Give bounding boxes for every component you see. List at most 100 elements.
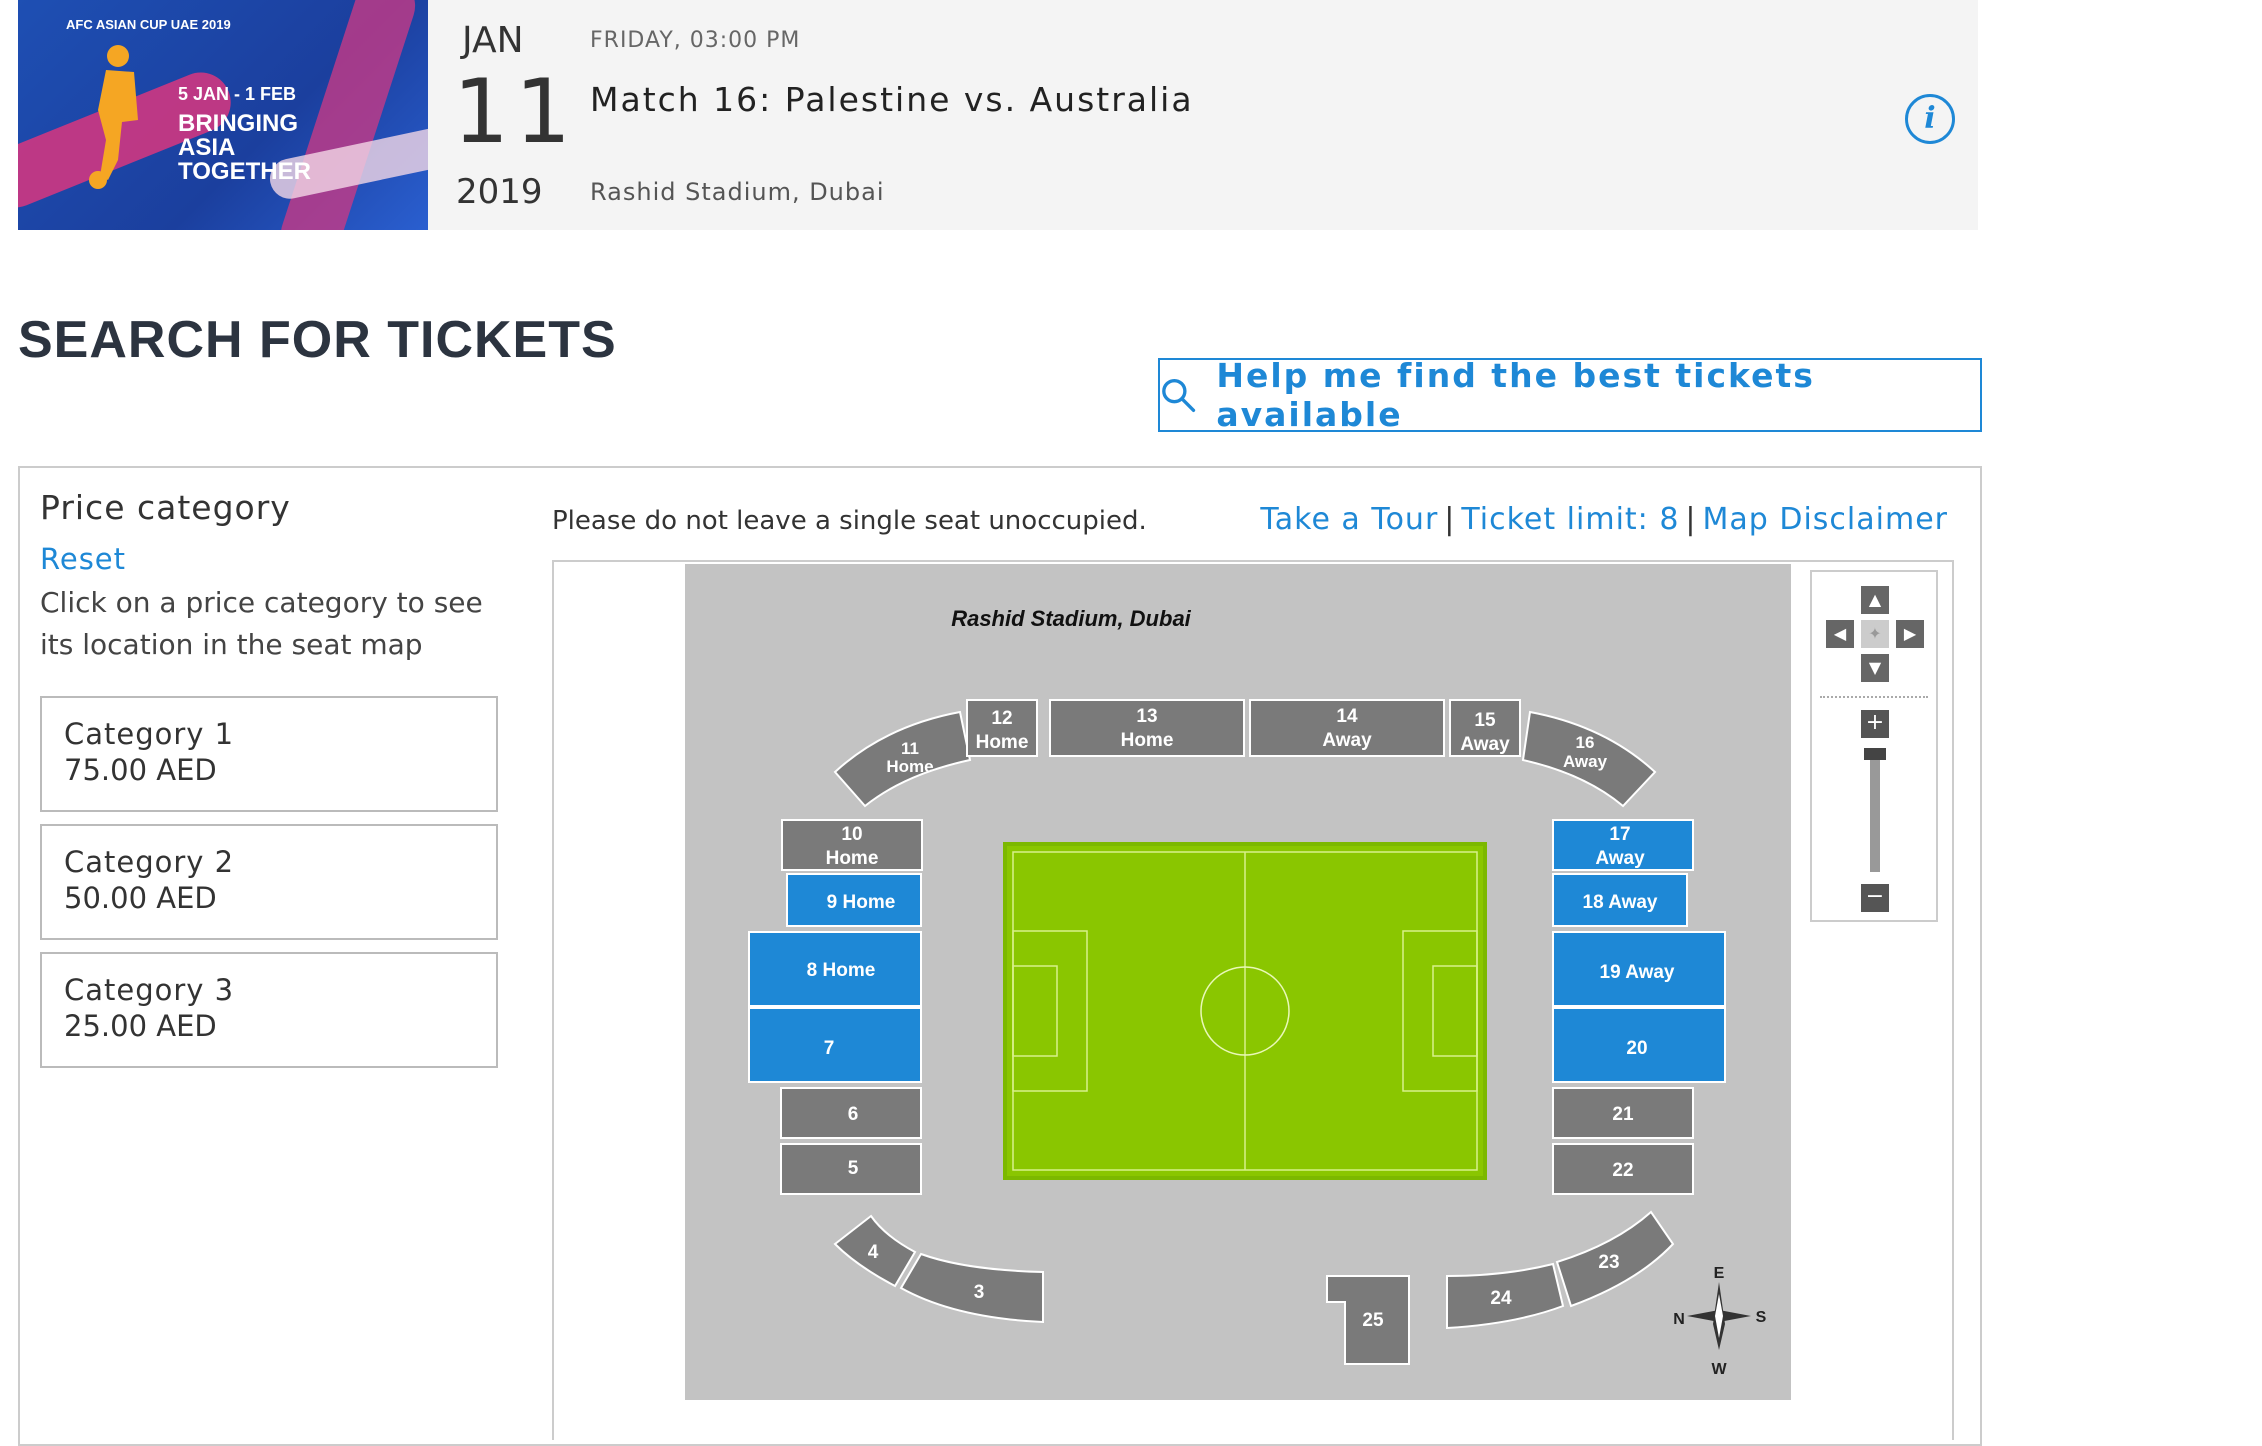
- ticket-limit-link[interactable]: Ticket limit: 8: [1461, 502, 1679, 537]
- section-label: 5: [848, 1158, 859, 1179]
- zoom-track[interactable]: [1870, 752, 1880, 872]
- section-5[interactable]: 5: [780, 1143, 922, 1195]
- section-12[interactable]: 12 Home: [966, 699, 1038, 757]
- section-16[interactable]: 16 Away: [1521, 710, 1657, 808]
- section-13[interactable]: 13 Home: [1049, 699, 1245, 757]
- category-1-card[interactable]: Category 1 75.00 AED: [40, 696, 498, 812]
- zoom-slider-handle[interactable]: [1864, 748, 1886, 760]
- pitch: [1003, 842, 1487, 1180]
- seat-map[interactable]: Rashid Stadium, Dubai 11 Home 12 Home 13: [685, 564, 1791, 1400]
- section-14[interactable]: 14 Away: [1249, 699, 1445, 757]
- search-icon: [1162, 378, 1196, 412]
- compass-west: W: [1711, 1361, 1727, 1378]
- info-icon[interactable]: i: [1905, 94, 1955, 144]
- link-separator: |: [1685, 502, 1697, 537]
- category-price: 25.00 AED: [64, 1009, 217, 1043]
- pan-left-button[interactable]: ◀: [1826, 620, 1854, 648]
- controls-divider: [1820, 696, 1928, 698]
- section-15[interactable]: 15 Away: [1449, 699, 1521, 757]
- section-20[interactable]: 20: [1552, 1007, 1726, 1083]
- event-datetime: FRIDAY, 03:00 PM: [590, 28, 801, 53]
- section-label: 18 Away: [1583, 892, 1658, 913]
- section-22[interactable]: 22: [1552, 1143, 1694, 1195]
- seat-notice: Please do not leave a single seat unoccu…: [552, 506, 1147, 536]
- section-label: Home: [976, 732, 1029, 753]
- event-banner: AFC ASIAN CUP UAE 2019 5 JAN - 1 FEB BRI…: [18, 0, 428, 230]
- reset-link[interactable]: Reset: [40, 542, 126, 576]
- section-19[interactable]: 19 Away: [1552, 931, 1726, 1007]
- category-name: Category 1: [64, 717, 235, 751]
- compass-south: S: [1756, 1309, 1767, 1326]
- section-23[interactable]: 23: [1555, 1210, 1675, 1308]
- section-label: 6: [848, 1104, 859, 1125]
- section-label: 17: [1609, 824, 1630, 845]
- compass-icon: E W N S: [1673, 1265, 1766, 1378]
- section-label: 8 Home: [807, 960, 876, 981]
- map-disclaimer-link[interactable]: Map Disclaimer: [1703, 502, 1948, 537]
- link-separator: |: [1444, 502, 1456, 537]
- section-label: 11: [901, 739, 919, 758]
- player-illustration: [89, 45, 138, 189]
- compass-east: E: [1714, 1265, 1725, 1282]
- section-label: 13: [1136, 706, 1157, 727]
- category-price: 50.00 AED: [64, 881, 217, 915]
- section-label: 22: [1612, 1160, 1633, 1181]
- price-category-title: Price category: [40, 488, 291, 527]
- section-6[interactable]: 6: [780, 1087, 922, 1139]
- event-month: JAN: [462, 20, 524, 61]
- section-label: 24: [1490, 1288, 1512, 1309]
- section-7[interactable]: 7: [748, 1007, 922, 1083]
- section-3[interactable]: 3: [899, 1252, 1044, 1324]
- map-controls: ▲ ◀ ✦ ▶ ▼ + −: [1810, 570, 1938, 922]
- section-9[interactable]: 9 Home: [786, 873, 922, 927]
- section-label: 4: [868, 1242, 879, 1263]
- category-3-card[interactable]: Category 3 25.00 AED: [40, 952, 498, 1068]
- best-tickets-button[interactable]: Help me find the best tickets available: [1158, 356, 1982, 434]
- event-title: Match 16: Palestine vs. Australia: [590, 80, 1194, 119]
- pan-right-button[interactable]: ▶: [1896, 620, 1924, 648]
- category-2-card[interactable]: Category 2 50.00 AED: [40, 824, 498, 940]
- section-11[interactable]: 11 Home: [833, 710, 972, 808]
- stadium-title: Rashid Stadium, Dubai: [951, 606, 1191, 631]
- section-24[interactable]: 24: [1446, 1262, 1565, 1330]
- pan-up-button[interactable]: ▲: [1861, 586, 1889, 614]
- category-name: Category 2: [64, 845, 235, 879]
- section-8[interactable]: 8 Home: [748, 931, 922, 1007]
- section-label: 15: [1474, 710, 1496, 731]
- section-label: 9 Home: [827, 892, 896, 913]
- section-label: Home: [1121, 730, 1174, 751]
- section-18[interactable]: 18 Away: [1552, 873, 1688, 927]
- section-label: 19 Away: [1600, 962, 1675, 983]
- take-tour-link[interactable]: Take a Tour: [1260, 502, 1438, 537]
- zoom-in-button[interactable]: +: [1861, 710, 1889, 738]
- section-label: Away: [1563, 752, 1608, 771]
- zoom-out-button[interactable]: −: [1861, 884, 1889, 912]
- event-venue: Rashid Stadium, Dubai: [590, 178, 885, 206]
- section-4[interactable]: 4: [833, 1214, 917, 1288]
- page-title: SEARCH FOR TICKETS: [18, 311, 617, 369]
- section-label: 12: [991, 708, 1012, 729]
- section-label: Away: [1595, 848, 1645, 869]
- section-label: 7: [824, 1038, 835, 1059]
- section-label: 25: [1362, 1310, 1384, 1331]
- section-label: Home: [886, 757, 933, 776]
- map-links: Take a Tour | Ticket limit: 8 | Map Disclaim…: [1260, 502, 1948, 537]
- category-name: Category 3: [64, 973, 235, 1007]
- section-label: 21: [1612, 1104, 1634, 1125]
- banner-tagline: 5 JAN - 1 FEB BRINGING ASIA TOGETHER: [178, 84, 311, 185]
- section-label: Away: [1460, 734, 1510, 755]
- category-price: 75.00 AED: [64, 753, 217, 787]
- section-10[interactable]: 10 Home: [781, 819, 923, 871]
- section-label: 10: [841, 824, 862, 845]
- price-category-help: Click on a price category to see its loc…: [40, 586, 483, 661]
- pan-down-button[interactable]: ▼: [1861, 654, 1889, 682]
- section-21[interactable]: 21: [1552, 1087, 1694, 1139]
- section-label: 14: [1336, 706, 1358, 727]
- section-17[interactable]: 17 Away: [1552, 819, 1694, 871]
- section-label: Away: [1322, 730, 1372, 751]
- section-label: 3: [974, 1282, 985, 1303]
- stadium-svg[interactable]: Rashid Stadium, Dubai 11 Home 12 Home 13: [685, 564, 1791, 1400]
- section-25[interactable]: 25: [1326, 1275, 1410, 1365]
- pan-center-button[interactable]: ✦: [1861, 620, 1889, 648]
- afc-logo: AFC ASIAN CUP UAE 2019: [66, 17, 231, 32]
